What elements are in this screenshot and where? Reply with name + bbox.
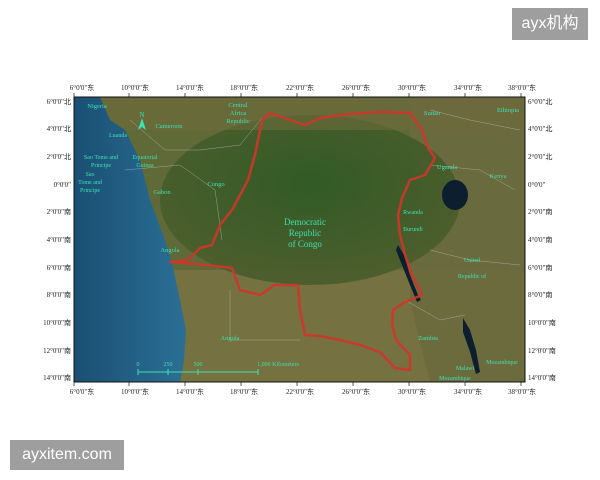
lat-tick-right: 8°0'0"南	[528, 290, 552, 299]
lat-ticks-right: 6°0'0"北 4°0'0"北 2°0'0"北 0°0'0" 2°0'0"南 4…	[528, 98, 556, 382]
scale-250: 250	[164, 362, 173, 368]
label-drc-3: of Congo	[288, 239, 322, 249]
label-eq-guinea-2: Guinea	[136, 163, 154, 169]
lon-tick-bottom: 14°0'0"东	[176, 387, 204, 396]
lat-tick-left: 2°0'0"南	[47, 207, 71, 216]
lon-tick-bottom: 38°0'0"东	[508, 387, 536, 396]
label-sao-tome-b2: Tome and	[78, 180, 102, 186]
lat-tick-left: 8°0'0"南	[47, 290, 71, 299]
label-luanda-top: Luanda	[109, 133, 127, 139]
lat-tick-right: 4°0'0"北	[528, 125, 552, 133]
lat-tick-left: 4°0'0"南	[47, 235, 71, 244]
label-uganda: Uganda	[437, 164, 457, 171]
lon-tick-top: 30°0'0"东	[398, 83, 426, 92]
lon-tick-top: 26°0'0"东	[342, 83, 370, 92]
label-sao-tome-a1: Sao Tome and	[84, 155, 118, 161]
scale-zero: 0	[137, 362, 140, 368]
label-rwanda: Rwanda	[403, 210, 423, 216]
label-sao-tome-b1: Sao	[86, 172, 95, 178]
lon-tick-top: 6°0'0"东	[70, 83, 94, 92]
label-car-3: Republic	[226, 118, 250, 125]
lat-tick-left: 4°0'0"北	[47, 125, 71, 133]
label-angola: Angola	[220, 335, 239, 342]
lon-tick-bottom: 6°0'0"东	[70, 387, 94, 396]
lat-tick-right: 4°0'0"南	[528, 235, 552, 244]
lon-ticks-top: 6°0'0"东 10°0'0"东 14°0'0"东 18°0'0"东 22°0'…	[70, 83, 536, 92]
label-kenya: Kenya	[490, 173, 507, 180]
lon-ticks-bottom: 6°0'0"东 10°0'0"东 14°0'0"东 18°0'0"东 22°0'…	[70, 387, 536, 396]
label-drc-2: Republic	[289, 228, 322, 238]
north-label: N	[139, 111, 144, 119]
lat-tick-right: 2°0'0"北	[528, 153, 552, 161]
lon-tick-top: 18°0'0"东	[230, 83, 258, 92]
lat-tick-left: 2°0'0"北	[47, 153, 71, 161]
lat-tick-left: 14°0'0"南	[43, 373, 71, 382]
watermark-bottom: ayxitem.com	[10, 440, 124, 470]
lon-tick-top: 34°0'0"东	[454, 83, 482, 92]
lon-tick-bottom: 22°0'0"东	[286, 387, 314, 396]
label-tanzania-2: Republic of	[458, 273, 486, 280]
lat-tick-left: 0°0'0"	[54, 181, 72, 189]
lon-tick-top: 38°0'0"东	[508, 83, 536, 92]
lat-tick-right: 0°0'0"	[528, 181, 546, 189]
label-zambia: Zambia	[418, 335, 438, 342]
label-mozambique-south: Mozambique	[439, 376, 471, 382]
scale-500: 500	[194, 362, 203, 368]
lon-tick-bottom: 34°0'0"东	[454, 387, 482, 396]
scale-end: 1,000 Kilometers	[257, 362, 299, 368]
label-car-2: Africa	[230, 110, 247, 117]
label-drc-1: Democratic	[284, 217, 326, 227]
lat-tick-right: 2°0'0"南	[528, 207, 552, 216]
label-burundi: Burundi	[403, 227, 423, 233]
lon-tick-top: 22°0'0"东	[286, 83, 314, 92]
label-sao-tome-a2: Principe	[91, 163, 111, 169]
label-sao-tome-b3: Principe	[80, 188, 100, 194]
label-congo: Congo	[207, 181, 224, 188]
label-mozambique-east: Mozambique	[486, 360, 518, 366]
label-tanzania-1: United	[464, 258, 480, 264]
label-nigeria: Nigeria	[87, 103, 107, 110]
label-car-1: Central	[228, 102, 247, 109]
lon-tick-bottom: 10°0'0"东	[121, 387, 149, 396]
label-sudan: Sudan	[424, 110, 441, 117]
lat-tick-right: 14°0'0"南	[528, 373, 556, 382]
lat-ticks-left: 6°0'0"北 4°0'0"北 2°0'0"北 0°0'0" 2°0'0"南 4…	[43, 98, 71, 382]
lon-tick-top: 14°0'0"东	[176, 83, 204, 92]
label-malawi: Malawi	[456, 366, 475, 372]
lat-tick-right: 6°0'0"北	[528, 98, 552, 106]
label-gabon: Gabon	[153, 189, 171, 196]
lake-victoria	[442, 180, 468, 210]
lat-tick-left: 12°0'0"南	[43, 346, 71, 355]
lat-tick-left: 10°0'0"南	[43, 318, 71, 327]
lon-tick-bottom: 30°0'0"东	[398, 387, 426, 396]
lat-tick-left: 6°0'0"南	[47, 263, 71, 272]
lon-tick-top: 10°0'0"东	[121, 83, 149, 92]
label-angola-cabinda: Angola	[160, 247, 179, 254]
lat-tick-right: 6°0'0"南	[528, 263, 552, 272]
label-ethiopia: Ethiopia	[497, 107, 519, 114]
lat-tick-left: 6°0'0"北	[47, 98, 71, 106]
lat-tick-right: 10°0'0"南	[528, 318, 556, 327]
lon-tick-bottom: 26°0'0"东	[342, 387, 370, 396]
lat-tick-right: 12°0'0"南	[528, 346, 556, 355]
lon-tick-bottom: 18°0'0"东	[230, 387, 258, 396]
map-figure: 6°0'0"东 10°0'0"东 14°0'0"东 18°0'0"东 22°0'…	[43, 83, 556, 396]
label-cameroon: Cameroon	[155, 123, 183, 130]
label-eq-guinea-1: Equatorial	[133, 155, 158, 161]
